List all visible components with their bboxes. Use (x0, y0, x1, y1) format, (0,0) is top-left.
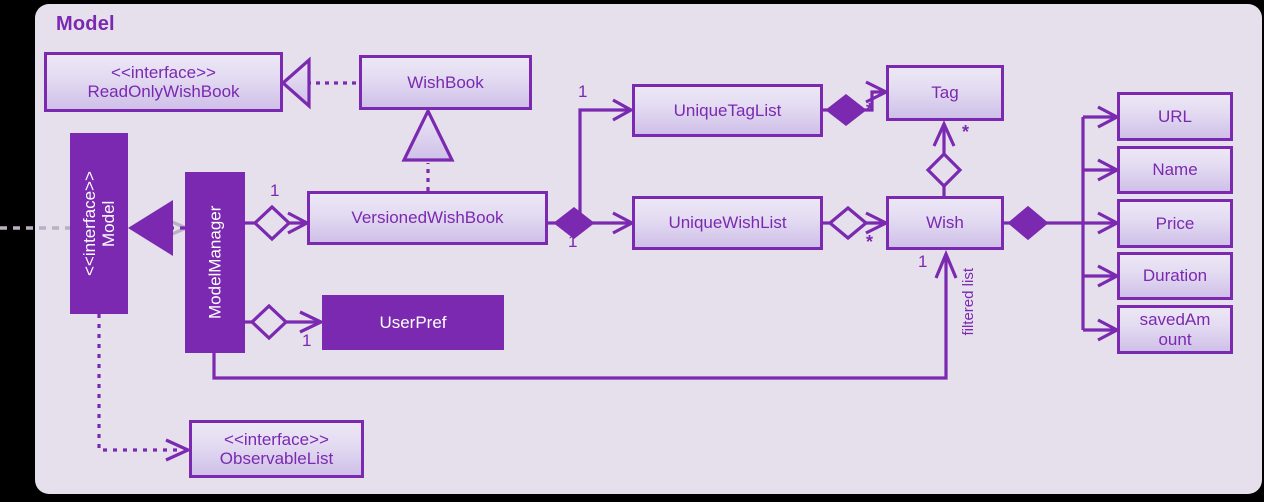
class-wish[interactable]: Wish (886, 196, 1004, 250)
multiplicity-unique-wish-list-wish: * (866, 232, 874, 252)
attribute-label: savedAm (1139, 310, 1211, 330)
attribute-duration[interactable]: Duration (1117, 252, 1233, 300)
attribute-label-cont: ount (1158, 329, 1192, 349)
class-wish-book[interactable]: WishBook (359, 55, 532, 110)
class-name: Tag (931, 83, 959, 103)
class-name: UniqueWishList (668, 213, 787, 233)
class-name: ModelManager (205, 205, 225, 320)
multiplicity-model-manager-user-pref: 1 (302, 331, 312, 350)
attribute-url[interactable]: URL (1117, 92, 1233, 141)
class-stereotype: <<interface>> (79, 171, 99, 276)
attribute-label: Name (1152, 160, 1198, 180)
multiplicity-versioned-wish-book-unique-tag-list: 1 (578, 82, 588, 101)
attribute-name[interactable]: Name (1117, 146, 1233, 194)
class-model[interactable]: <<interface>> Model (70, 133, 128, 314)
class-unique-wish-list[interactable]: UniqueWishList (632, 196, 823, 250)
multiplicity-wish-tag: * (962, 122, 970, 142)
class-name: UserPref (379, 312, 447, 332)
attribute-label: Duration (1142, 266, 1208, 286)
multiplicity-model-manager-versioned-wish-book: 1 (270, 181, 280, 200)
class-name: ReadOnlyWishBook (87, 82, 240, 101)
class-stereotype: <<interface>> (111, 62, 216, 82)
class-name: Model (99, 200, 118, 247)
attribute-label: URL (1157, 106, 1192, 126)
class-versioned-wish-book[interactable]: VersionedWishBook (307, 191, 548, 245)
class-stereotype: <<interface>> (224, 429, 329, 449)
class-user-pref[interactable]: UserPref (322, 295, 504, 350)
class-observable-list[interactable]: <<interface>> ObservableList (189, 420, 364, 478)
class-tag[interactable]: Tag (886, 65, 1004, 121)
class-unique-tag-list[interactable]: UniqueTagList (632, 84, 823, 137)
class-model-manager[interactable]: ModelManager (185, 172, 245, 353)
class-read-only-wish-book[interactable]: <<interface>> ReadOnlyWishBook (44, 52, 283, 112)
class-name: ObservableList (219, 449, 334, 468)
class-name: Wish (926, 213, 964, 233)
multiplicity-filtered-list-wish: 1 (918, 252, 928, 271)
attribute-saved-amount[interactable]: savedAm ount (1117, 305, 1233, 354)
edge-label-filtered-list: filtered list (960, 268, 977, 336)
multiplicity-versioned-wish-book-unique-wish-list: 1 (568, 232, 578, 251)
class-name: VersionedWishBook (351, 208, 504, 228)
multiplicity-unique-tag-list-tag: * (866, 100, 874, 120)
diagram-canvas: Model <<interface>> ReadOnlyWishBook Wis… (0, 0, 1264, 502)
attribute-label: Price (1155, 213, 1195, 233)
class-name: WishBook (407, 72, 484, 92)
class-name: UniqueTagList (673, 100, 782, 120)
attribute-price[interactable]: Price (1117, 199, 1233, 248)
